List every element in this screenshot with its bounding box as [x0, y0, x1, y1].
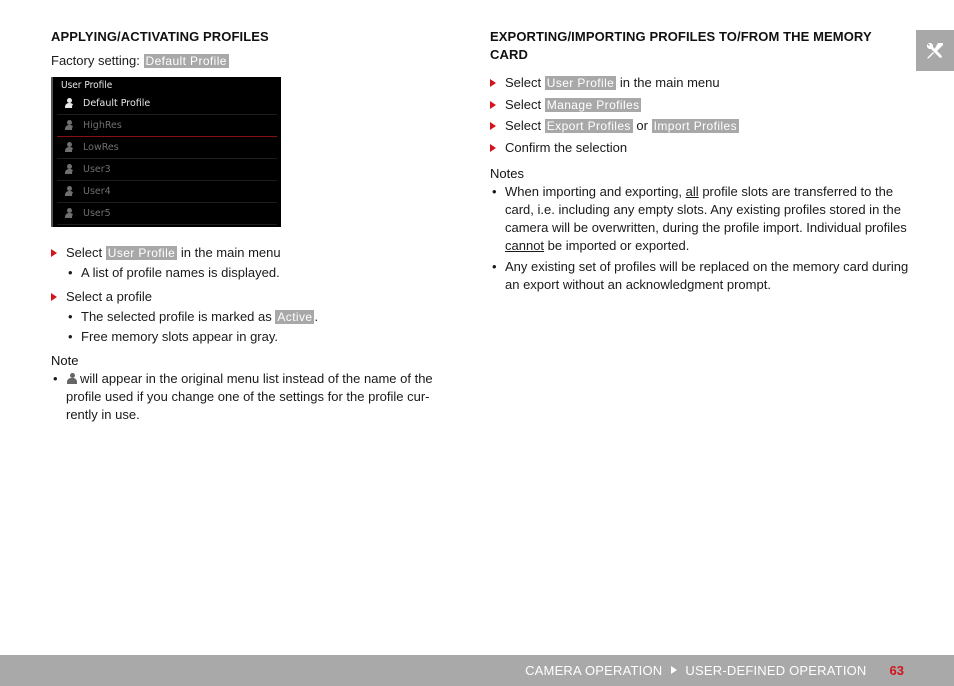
right-column: EXPORTING/IMPORTING PROFILES TO/FROM THE…	[490, 28, 910, 297]
breadcrumb-section: CAMERA OPERATION	[525, 663, 663, 678]
menu-tag: Manage Profiles	[544, 97, 642, 112]
note-item: will appear in the original menu list in…	[51, 370, 461, 424]
arrow-icon	[490, 122, 496, 130]
tools-icon	[927, 42, 943, 59]
screen-row: 3 User3	[57, 159, 277, 181]
screen-row-label: HighRes	[83, 120, 122, 131]
page-number: 63	[889, 663, 904, 678]
profile-icon: 3	[65, 163, 81, 177]
screen-row-label: User3	[83, 164, 111, 175]
menu-tag: User Profile	[544, 76, 617, 90]
factory-value-tag: Default Profile	[143, 54, 229, 68]
menu-tag: Export Profiles	[544, 119, 633, 133]
breadcrumb-arrow-icon	[671, 666, 678, 674]
sub-list: The selected profile is marked as Active…	[66, 308, 461, 346]
arrow-icon	[490, 100, 496, 109]
sub-item: Free memory slots appear in gray.	[66, 328, 461, 346]
step-item: Select Export Profiles or Import Profile…	[490, 117, 910, 135]
chapter-tab[interactable]	[916, 30, 954, 71]
step-item: Select User Profile in the main menu A l…	[51, 244, 461, 282]
arrow-icon	[51, 293, 57, 301]
screen-row: S Default Profile	[57, 93, 277, 115]
notes-list: When importing and exporting, all profil…	[490, 183, 910, 294]
section-heading-applying: APPLYING/ACTIVATING PROFILES	[51, 29, 269, 44]
factory-setting: Factory setting: Default Profile	[51, 52, 461, 70]
notes-heading: Notes	[490, 165, 524, 181]
screen-row: 4 User4	[57, 181, 277, 203]
profile-icon: S	[65, 97, 81, 111]
arrow-icon	[490, 79, 496, 87]
step-item: Select User Profile in the main menu	[490, 74, 910, 92]
note-item: Any existing set of profiles will be rep…	[490, 258, 910, 294]
note-list: will appear in the original menu list in…	[51, 370, 461, 424]
screen-row: 5 User5	[57, 203, 277, 225]
note-item: When importing and exporting, all profil…	[490, 183, 910, 255]
left-column: APPLYING/ACTIVATING PROFILES Factory set…	[51, 28, 461, 427]
arrow-icon	[51, 249, 57, 257]
screen-row-label: Default Profile	[83, 98, 151, 109]
screen-row: 2 LowRes	[57, 137, 277, 159]
profile-icon: 2	[65, 141, 81, 155]
screen-row: 1 HighRes	[57, 115, 277, 137]
screen-row-label: User4	[83, 186, 111, 197]
steps-list-right: Select User Profile in the main menu Sel…	[490, 74, 910, 157]
camera-screen: User Profile S Default Profile 1 HighRes…	[51, 77, 281, 227]
arrow-icon	[490, 143, 496, 152]
breadcrumb-subsection: USER-DEFINED OPERATION	[685, 663, 867, 678]
steps-list-left: Select User Profile in the main menu A l…	[51, 244, 461, 346]
step-item: Confirm the selection	[490, 139, 910, 157]
profile-icon: 1	[65, 119, 81, 133]
profile-icon: 4	[65, 185, 81, 199]
profile-icon: 5	[65, 207, 81, 221]
person-icon	[67, 373, 77, 384]
step-item: Select Manage Profiles	[490, 96, 910, 114]
active-tag: Active	[275, 310, 315, 324]
screen-title: User Profile	[61, 80, 113, 91]
note-heading: Note	[51, 353, 79, 368]
section-heading-exporting: EXPORTING/IMPORTING PROFILES TO/FROM THE…	[490, 29, 872, 62]
menu-tag: Import Profiles	[651, 119, 739, 133]
screen-row-label: LowRes	[83, 142, 119, 153]
screen-row-label: User5	[83, 208, 111, 219]
step-item: Select a profile The selected profile is…	[51, 288, 461, 346]
factory-label: Factory setting:	[51, 53, 140, 68]
sub-item: The selected profile is marked as Active…	[66, 308, 461, 326]
menu-tag: User Profile	[105, 246, 178, 260]
page-footer: CAMERA OPERATION USER-DEFINED OPERATION …	[0, 655, 954, 686]
sub-list: A list of profile names is displayed.	[66, 264, 461, 282]
sub-item: A list of profile names is displayed.	[66, 264, 461, 282]
